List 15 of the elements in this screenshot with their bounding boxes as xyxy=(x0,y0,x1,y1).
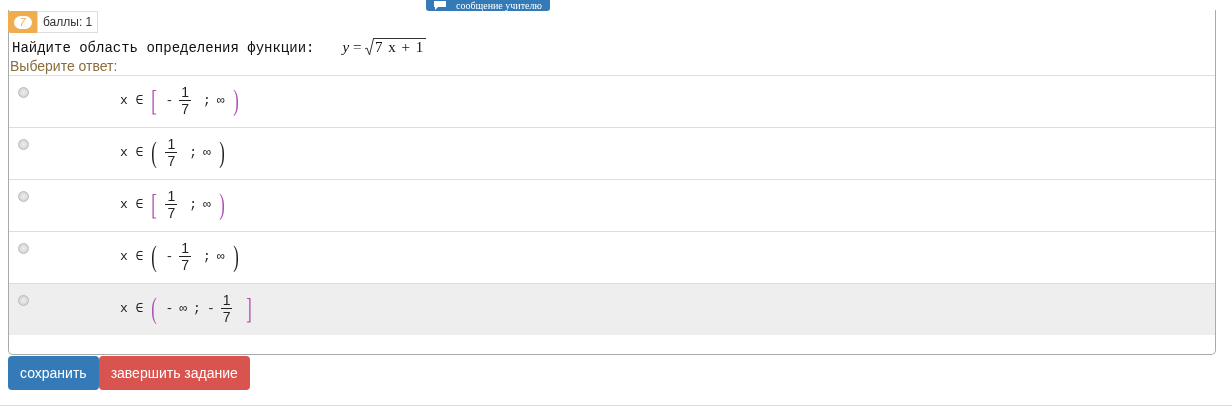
radio-button[interactable] xyxy=(18,87,29,98)
message-teacher-button[interactable]: сообщение учителю xyxy=(426,0,550,11)
prompt-text: Выберите ответ: xyxy=(9,58,119,75)
score-label: баллы: 1 xyxy=(37,11,99,33)
radio-button[interactable] xyxy=(18,243,29,254)
square-root-icon xyxy=(365,38,375,56)
finish-button[interactable]: завершить задание xyxy=(98,356,250,390)
radio-button[interactable] xyxy=(18,139,29,150)
radio-button[interactable] xyxy=(18,191,29,202)
formula: y = 7 x + 1 xyxy=(342,38,427,56)
question-text: Найдите область определения функции: xyxy=(12,40,315,56)
save-button[interactable]: сохранить xyxy=(8,356,99,390)
chat-icon xyxy=(434,1,446,10)
task-number-badge: 7 xyxy=(8,11,37,33)
radio-button[interactable] xyxy=(18,295,29,306)
